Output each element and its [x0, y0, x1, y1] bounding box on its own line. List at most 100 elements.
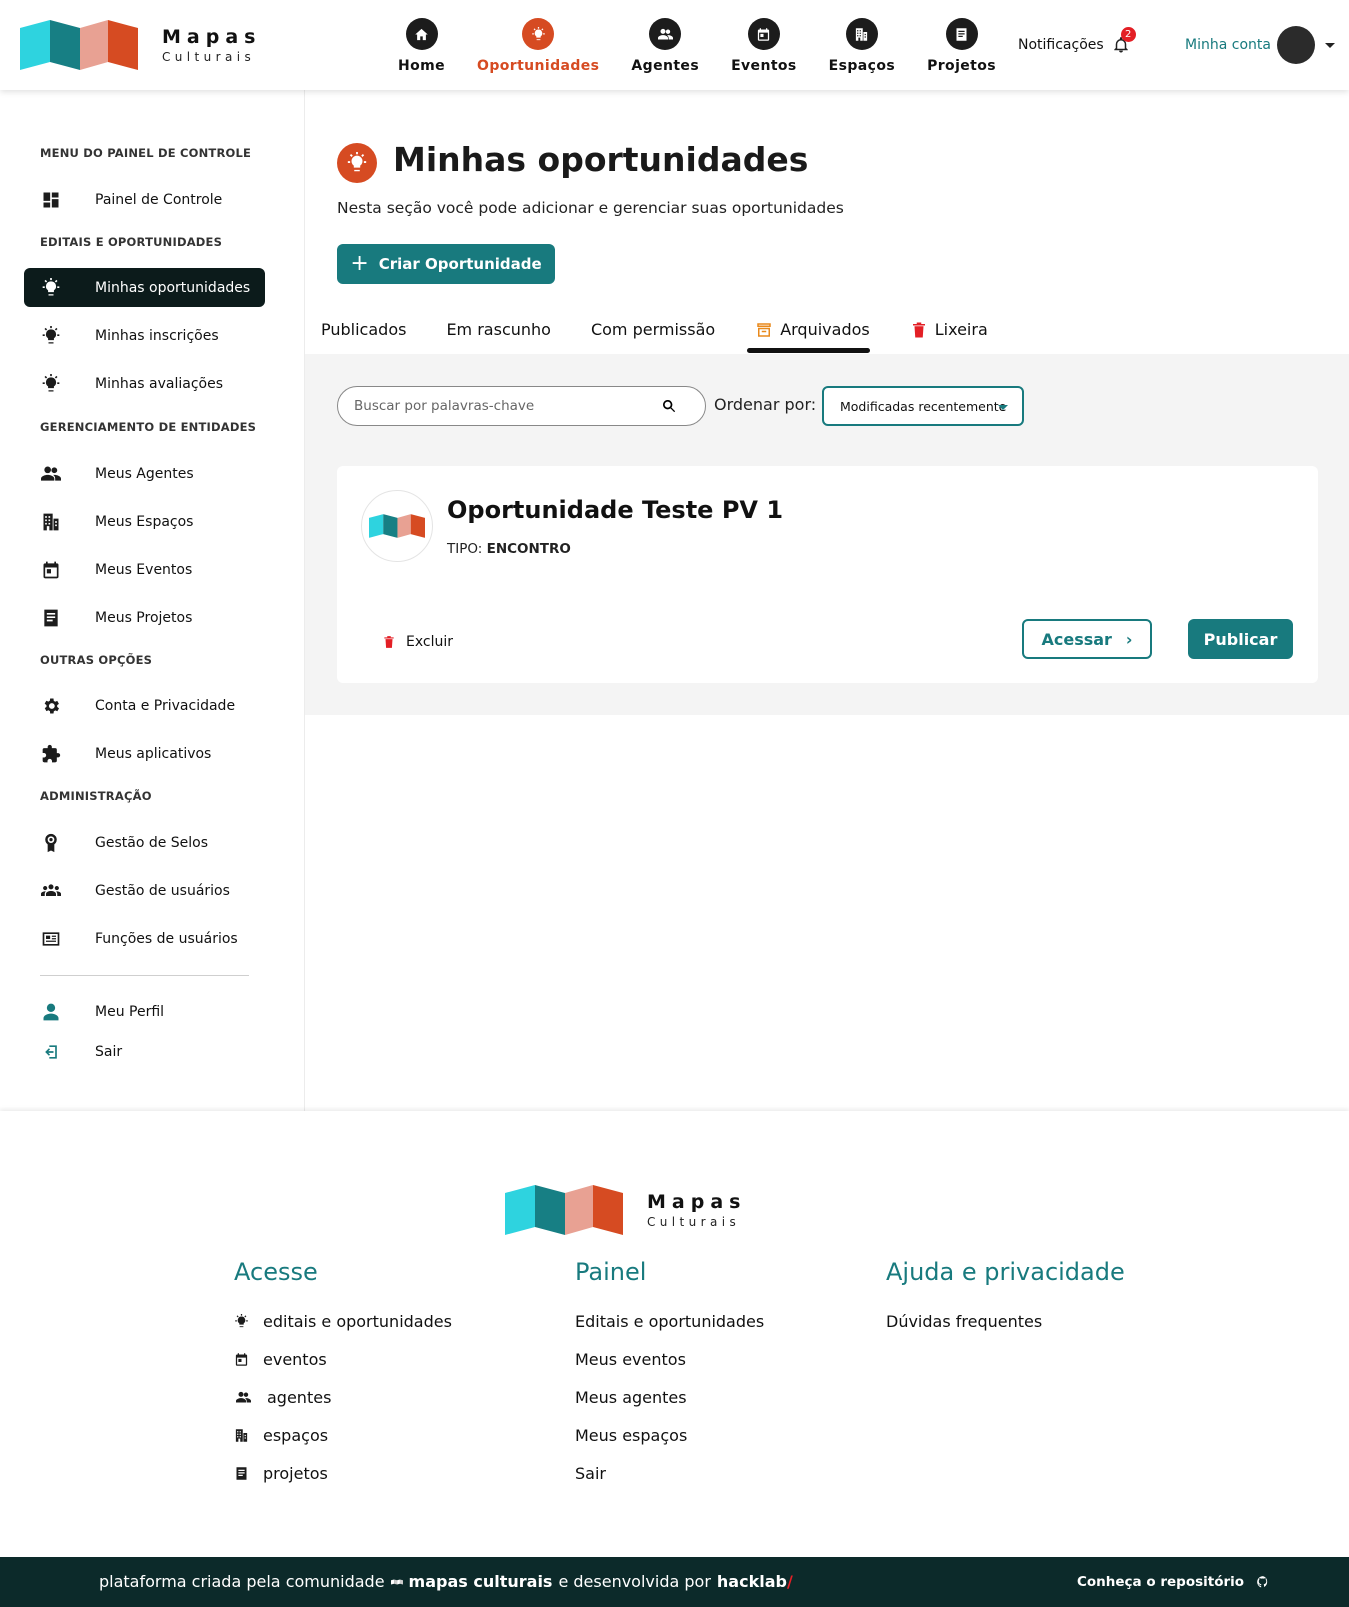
notifications-button[interactable]: Notificações 2 — [1018, 27, 1136, 54]
sidebar-item-meus-projetos[interactable]: Meus Projetos — [24, 598, 265, 637]
mapas-logo-mark-icon — [20, 20, 138, 70]
home-icon — [405, 18, 438, 50]
sidebar-group-entidades: GERENCIAMENTO DE ENTIDADES — [40, 420, 257, 434]
search-icon[interactable] — [661, 398, 677, 414]
footer-link-painel-sair[interactable]: Sair — [575, 1464, 606, 1483]
page-title: Minhas oportunidades — [393, 140, 809, 179]
footer-link-label: eventos — [263, 1350, 327, 1369]
credits-middle: e desenvolvida por — [558, 1572, 711, 1591]
id-card-icon — [40, 928, 62, 950]
nav-eventos[interactable]: Eventos — [731, 18, 797, 74]
tab-lixeira[interactable]: Lixeira — [910, 320, 988, 353]
nav-espacos[interactable]: Espaços — [829, 18, 895, 74]
credits-community-link[interactable]: mapas culturais — [409, 1572, 553, 1591]
nav-projetos[interactable]: Projetos — [927, 18, 996, 74]
sidebar-item-meus-espacos[interactable]: Meus Espaços — [24, 502, 265, 541]
footer-link-label: editais e oportunidades — [263, 1312, 452, 1331]
footer-link-label: espaços — [263, 1426, 329, 1445]
search-placeholder: Buscar por palavras-chave — [354, 398, 535, 414]
sidebar-item-label: Painel de Controle — [95, 191, 223, 208]
brand-title: Mapas — [162, 25, 262, 48]
sidebar-item-gestao-usuarios[interactable]: Gestão de usuários — [24, 871, 265, 910]
chevron-right-icon: › — [1125, 629, 1133, 649]
footer-painel-title: Painel — [575, 1258, 647, 1286]
calendar-icon — [234, 1352, 249, 1367]
access-button[interactable]: Acessar › — [1022, 619, 1152, 659]
sidebar-item-gestao-selos[interactable]: Gestão de Selos — [24, 823, 265, 862]
nav-home[interactable]: Home — [398, 18, 445, 74]
create-opportunity-button[interactable]: + Criar Oportunidade — [337, 244, 555, 284]
nav-agentes-label: Agentes — [631, 58, 700, 74]
sort-selected-value: Modificadas recentemente — [840, 398, 1007, 414]
footer-link-painel-editais[interactable]: Editais e oportunidades — [575, 1312, 764, 1331]
footer-ajuda-title: Ajuda e privacidade — [886, 1258, 1125, 1286]
delete-label: Excluir — [406, 634, 453, 650]
footer-link-agentes[interactable]: agentes — [234, 1388, 331, 1407]
sidebar-item-minhas-inscricoes[interactable]: Minhas inscrições — [24, 316, 265, 355]
sidebar-item-minhas-avaliacoes[interactable]: Minhas avaliações — [24, 364, 265, 403]
footer-link-painel-espacos[interactable]: Meus espaços — [575, 1426, 687, 1445]
sidebar-item-meu-perfil[interactable]: Meu Perfil — [24, 992, 265, 1031]
nav-agentes[interactable]: Agentes — [631, 18, 699, 74]
sidebar-item-label: Funções de usuários — [95, 930, 238, 947]
sidebar-item-meus-eventos[interactable]: Meus Eventos — [24, 550, 265, 589]
sidebar-item-minhas-oportunidades[interactable]: Minhas oportunidades — [24, 268, 265, 307]
footer-link-eventos[interactable]: eventos — [234, 1350, 327, 1369]
sidebar-item-label: Minhas oportunidades — [95, 279, 251, 296]
account-menu[interactable]: Minha conta — [1185, 26, 1335, 64]
sidebar-item-conta-privacidade[interactable]: Conta e Privacidade — [24, 686, 265, 725]
sidebar-item-label: Gestão de usuários — [95, 882, 230, 899]
footer-link-faq[interactable]: Dúvidas frequentes — [886, 1312, 1042, 1331]
footer-link-projetos[interactable]: projetos — [234, 1464, 328, 1483]
sidebar-item-painel[interactable]: Painel de Controle — [24, 180, 265, 219]
brand-subtitle: Culturais — [162, 49, 256, 64]
delete-button[interactable]: Excluir — [382, 634, 453, 650]
top-header: Mapas Culturais Home Oportunidades Agent… — [0, 0, 1349, 90]
repository-label: Conheça o repositório — [1077, 1574, 1245, 1590]
main-header-area — [305, 90, 1349, 354]
search-input[interactable]: Buscar por palavras-chave — [337, 386, 706, 426]
calendar-icon — [747, 18, 780, 50]
nav-oportunidades[interactable]: Oportunidades — [477, 18, 599, 74]
lightbulb-icon — [522, 18, 555, 50]
nav-projetos-label: Projetos — [927, 58, 997, 74]
avatar — [1276, 26, 1315, 64]
sidebar-item-sair[interactable]: Sair — [24, 1032, 265, 1071]
footer-link-painel-agentes[interactable]: Meus agentes — [575, 1388, 687, 1407]
repository-link[interactable]: Conheça o repositório — [1077, 1574, 1270, 1590]
nav-home-label: Home — [398, 58, 446, 74]
footer-link-editais[interactable]: editais e oportunidades — [234, 1312, 452, 1331]
footer-link-painel-eventos[interactable]: Meus eventos — [575, 1350, 686, 1369]
opportunity-type-value: ENCONTRO — [486, 541, 571, 557]
sidebar-item-meus-aplicativos[interactable]: Meus aplicativos — [24, 734, 265, 773]
sidebar-divider — [40, 975, 249, 976]
sidebar-item-label: Meus Eventos — [95, 561, 193, 578]
opportunity-tabs: Publicados Em rascunho Com permissão Arq… — [321, 320, 1028, 353]
sidebar-item-funcoes-usuarios[interactable]: Funções de usuários — [24, 919, 265, 958]
opportunity-type-label: TIPO: — [447, 541, 483, 557]
publish-button[interactable]: Publicar — [1188, 619, 1293, 659]
document-icon — [945, 18, 978, 50]
tab-com-permissao[interactable]: Com permissão — [591, 320, 715, 353]
lightbulb-icon — [337, 143, 377, 183]
mapas-logo-mark-icon — [369, 513, 425, 539]
footer-link-label: projetos — [263, 1464, 328, 1483]
tab-label: Com permissão — [590, 320, 716, 339]
footer-link-label: agentes — [267, 1388, 332, 1407]
footer-credits-bar: plataforma criada pela comunidade mapas … — [0, 1557, 1349, 1607]
tab-publicados[interactable]: Publicados — [321, 320, 406, 353]
credits-slash: / — [786, 1572, 793, 1591]
tab-arquivados[interactable]: Arquivados — [747, 320, 870, 353]
footer-logo[interactable]: Mapas Culturais — [505, 1185, 746, 1235]
footer-link-espacos[interactable]: espaços — [234, 1426, 328, 1445]
tab-label: Arquivados — [780, 320, 870, 339]
nav-eventos-label: Eventos — [731, 58, 797, 74]
sidebar-item-label: Minhas avaliações — [95, 375, 224, 392]
tab-em-rascunho[interactable]: Em rascunho — [446, 320, 551, 353]
people-icon — [234, 1390, 253, 1405]
credits-company-link[interactable]: hacklab — [717, 1572, 787, 1591]
brand-logo[interactable]: Mapas Culturais — [20, 20, 261, 70]
sort-select[interactable]: Modificadas recentemente — [822, 386, 1024, 426]
sidebar-item-meus-agentes[interactable]: Meus Agentes — [24, 454, 265, 493]
sidebar-item-label: Meus aplicativos — [95, 745, 212, 762]
